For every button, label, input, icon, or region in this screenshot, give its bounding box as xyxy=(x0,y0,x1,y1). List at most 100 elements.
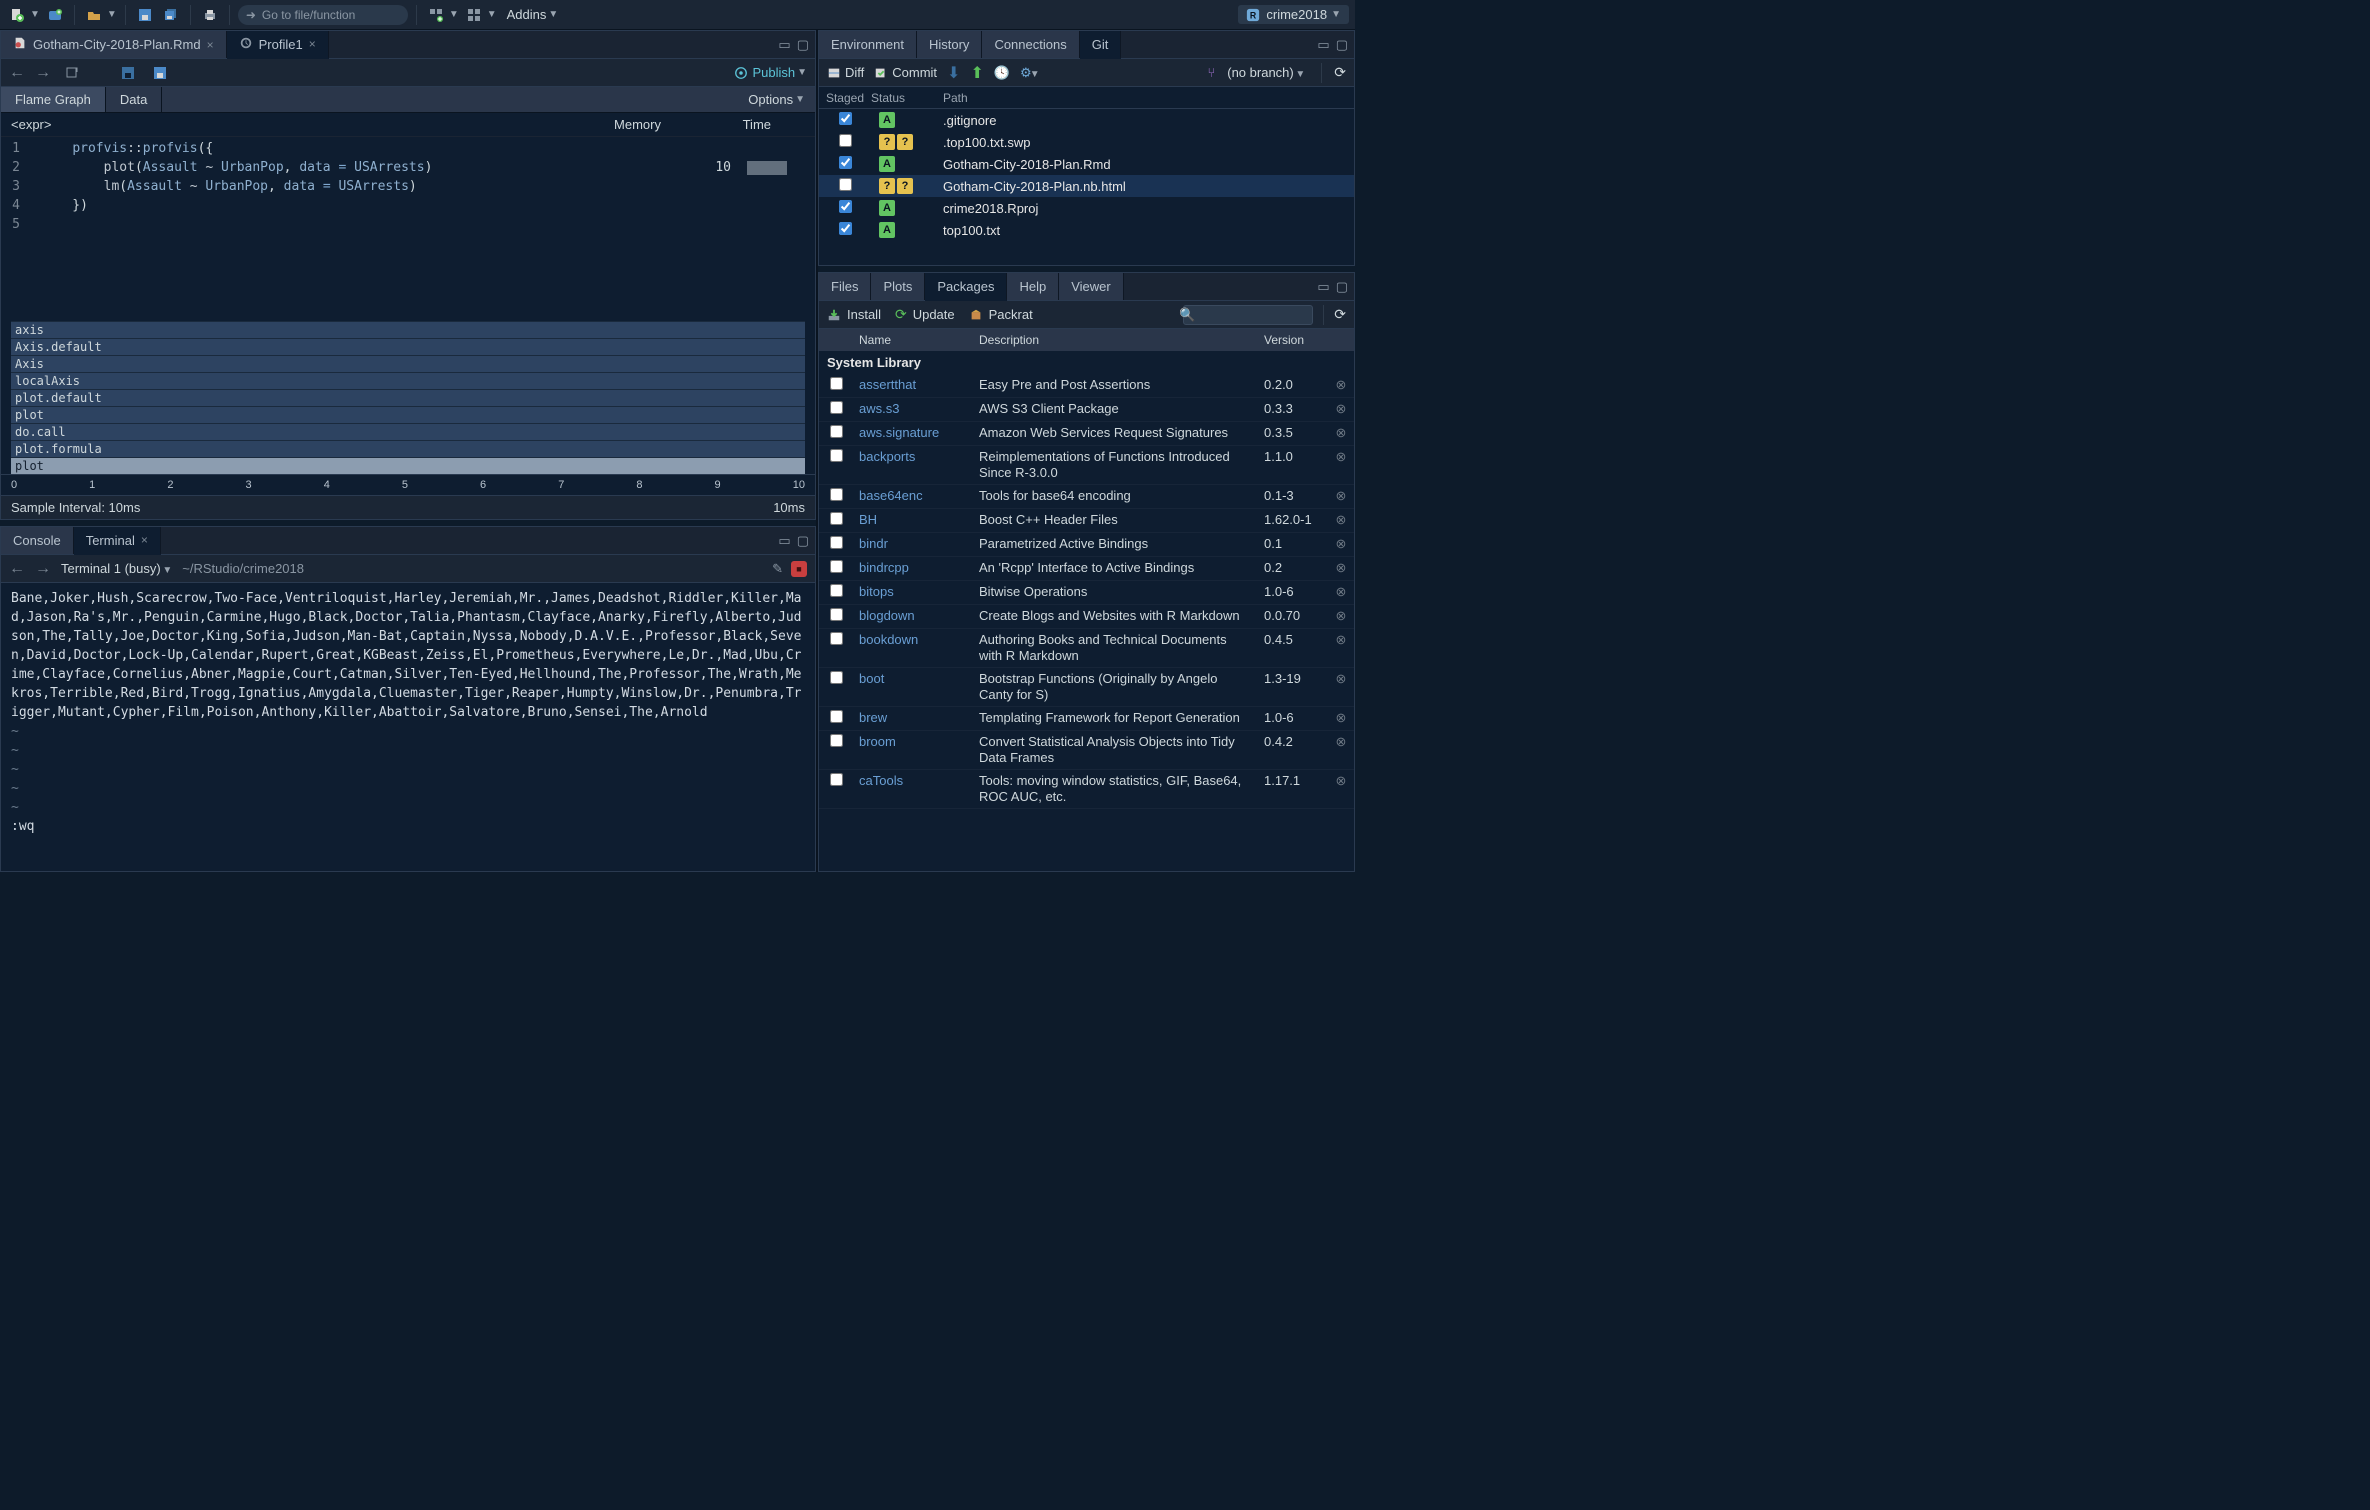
new-project-button[interactable] xyxy=(44,4,66,26)
stop-terminal-button[interactable]: ■ xyxy=(791,561,807,577)
remove-package-button[interactable]: ⊗ xyxy=(1328,512,1354,528)
maximize-icon[interactable]: ▢ xyxy=(797,37,809,53)
package-name-link[interactable]: base64enc xyxy=(853,488,973,504)
staged-checkbox[interactable] xyxy=(839,222,852,235)
tab-git[interactable]: Git xyxy=(1080,31,1122,59)
tab-history[interactable]: History xyxy=(917,31,982,58)
remove-package-button[interactable]: ⊗ xyxy=(1328,401,1354,417)
push-button[interactable]: ⬆ xyxy=(970,63,983,83)
save-button[interactable] xyxy=(149,62,171,84)
git-file-row[interactable]: A top100.txt xyxy=(819,219,1354,241)
package-name-link[interactable]: aws.s3 xyxy=(853,401,973,417)
code-row[interactable]: 4 }) xyxy=(1,196,815,215)
tab-data[interactable]: Data xyxy=(106,87,162,112)
maximize-icon[interactable]: ▢ xyxy=(1336,279,1348,295)
git-file-row[interactable]: A crime2018.Rproj xyxy=(819,197,1354,219)
package-load-checkbox[interactable] xyxy=(830,710,843,723)
remove-package-button[interactable]: ⊗ xyxy=(1328,608,1354,624)
flame-frame[interactable]: Axis xyxy=(11,355,805,372)
package-name-link[interactable]: bindr xyxy=(853,536,973,552)
install-button[interactable]: Install xyxy=(827,307,881,322)
save-profile-button[interactable] xyxy=(117,62,139,84)
refresh-button[interactable]: ⟳ xyxy=(1334,64,1346,81)
package-name-link[interactable]: aws.signature xyxy=(853,425,973,441)
tab-files[interactable]: Files xyxy=(819,273,871,300)
clear-terminal-icon[interactable]: ✎ xyxy=(772,561,783,577)
refresh-packages-button[interactable]: ⟳ xyxy=(1334,306,1346,323)
package-load-checkbox[interactable] xyxy=(830,401,843,414)
code-row[interactable]: 2 plot(Assault ~ UrbanPop, data = USArre… xyxy=(1,158,815,177)
remove-package-button[interactable]: ⊗ xyxy=(1328,377,1354,393)
flame-frame[interactable]: Axis.default xyxy=(11,338,805,355)
package-load-checkbox[interactable] xyxy=(830,671,843,684)
package-name-link[interactable]: boot xyxy=(853,671,973,687)
branch-icon[interactable]: ⑂ xyxy=(1207,65,1215,80)
minimize-icon[interactable]: ▭ xyxy=(778,37,790,53)
nav-back-button[interactable]: ← xyxy=(9,64,25,82)
flame-frame[interactable]: localAxis xyxy=(11,372,805,389)
editor-tab[interactable]: Profile1× xyxy=(227,31,329,59)
package-load-checkbox[interactable] xyxy=(830,536,843,549)
git-file-row[interactable]: ?? Gotham-City-2018-Plan.nb.html xyxy=(819,175,1354,197)
flame-frame[interactable]: do.call xyxy=(11,423,805,440)
more-gear-icon[interactable]: ⚙▼ xyxy=(1020,65,1040,81)
panes-button[interactable] xyxy=(463,4,485,26)
publish-button[interactable]: Publish ▼ xyxy=(734,65,807,80)
update-button[interactable]: ⟳ Update xyxy=(895,306,955,323)
minimize-icon[interactable]: ▭ xyxy=(778,533,790,549)
package-search-input[interactable] xyxy=(1183,305,1313,325)
pull-button[interactable]: ⬇ xyxy=(947,63,960,83)
save-all-button[interactable] xyxy=(160,4,182,26)
flame-frame[interactable]: plot xyxy=(11,457,805,474)
diff-button[interactable]: Diff xyxy=(827,65,864,80)
remove-package-button[interactable]: ⊗ xyxy=(1328,710,1354,726)
remove-package-button[interactable]: ⊗ xyxy=(1328,632,1354,648)
dropdown-icon[interactable]: ▼ xyxy=(487,9,497,20)
term-back-button[interactable]: ← xyxy=(9,560,25,578)
remove-package-button[interactable]: ⊗ xyxy=(1328,560,1354,576)
commit-button[interactable]: Commit xyxy=(874,65,937,80)
terminal-name-menu[interactable]: Terminal 1 (busy) ▼ xyxy=(61,561,172,576)
package-load-checkbox[interactable] xyxy=(830,632,843,645)
staged-checkbox[interactable] xyxy=(839,156,852,169)
options-menu[interactable]: Options ▼ xyxy=(738,87,815,112)
remove-package-button[interactable]: ⊗ xyxy=(1328,584,1354,600)
package-load-checkbox[interactable] xyxy=(830,425,843,438)
goto-file-input[interactable]: ➜ Go to file/function xyxy=(238,5,408,25)
package-load-checkbox[interactable] xyxy=(830,734,843,747)
dropdown-icon[interactable]: ▼ xyxy=(449,9,459,20)
package-name-link[interactable]: backports xyxy=(853,449,973,465)
tab-terminal[interactable]: Terminal × xyxy=(74,527,161,555)
package-name-link[interactable]: assertthat xyxy=(853,377,973,393)
remove-package-button[interactable]: ⊗ xyxy=(1328,449,1354,465)
remove-package-button[interactable]: ⊗ xyxy=(1328,488,1354,504)
close-icon[interactable]: × xyxy=(207,38,214,52)
maximize-icon[interactable]: ▢ xyxy=(1336,37,1348,53)
code-row[interactable]: 3 lm(Assault ~ UrbanPop, data = USArrest… xyxy=(1,177,815,196)
package-name-link[interactable]: blogdown xyxy=(853,608,973,624)
remove-package-button[interactable]: ⊗ xyxy=(1328,536,1354,552)
tab-console[interactable]: Console xyxy=(1,527,74,554)
git-file-row[interactable]: A Gotham-City-2018-Plan.Rmd xyxy=(819,153,1354,175)
packrat-button[interactable]: Packrat xyxy=(969,307,1033,322)
git-file-row[interactable]: ?? .top100.txt.swp xyxy=(819,131,1354,153)
remove-package-button[interactable]: ⊗ xyxy=(1328,671,1354,687)
tab-packages[interactable]: Packages xyxy=(925,273,1007,301)
remove-package-button[interactable]: ⊗ xyxy=(1328,773,1354,789)
package-load-checkbox[interactable] xyxy=(830,560,843,573)
tab-environment[interactable]: Environment xyxy=(819,31,917,58)
remove-package-button[interactable]: ⊗ xyxy=(1328,734,1354,750)
tab-help[interactable]: Help xyxy=(1007,273,1059,300)
package-load-checkbox[interactable] xyxy=(830,449,843,462)
branch-selector[interactable]: (no branch) ▼ xyxy=(1223,65,1309,80)
git-file-row[interactable]: A .gitignore xyxy=(819,109,1354,131)
package-load-checkbox[interactable] xyxy=(830,608,843,621)
grid-button[interactable] xyxy=(425,4,447,26)
dropdown-icon[interactable]: ▼ xyxy=(30,9,40,20)
editor-tab[interactable]: Gotham-City-2018-Plan.Rmd× xyxy=(1,31,227,58)
package-load-checkbox[interactable] xyxy=(830,377,843,390)
tab-plots[interactable]: Plots xyxy=(871,273,925,300)
term-forward-button[interactable]: → xyxy=(35,560,51,578)
close-icon[interactable]: × xyxy=(309,37,316,51)
minimize-icon[interactable]: ▭ xyxy=(1317,279,1329,295)
